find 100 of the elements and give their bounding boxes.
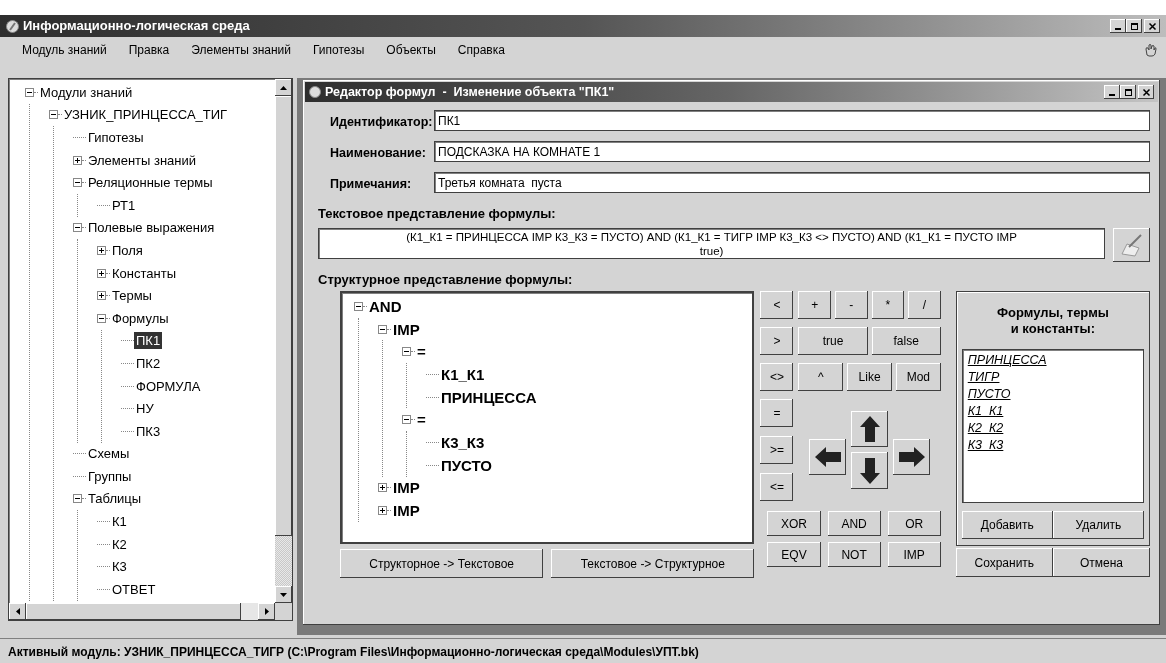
operator-button[interactable]: > [760,327,794,355]
tree-item[interactable]: Модули знаний [38,83,135,101]
hand-icon[interactable] [1144,42,1158,57]
tree-item[interactable]: ПК2 [134,354,163,372]
operator-button[interactable]: >= [760,436,794,464]
minimize-button[interactable] [1104,85,1120,99]
library-item[interactable]: К2_К2 [967,420,1004,437]
list-button[interactable]: Удалить [1052,511,1144,539]
tree-item[interactable]: ФОРМУЛА [134,377,203,395]
tree-item[interactable]: ОТВЕТ [110,580,158,598]
operator-button[interactable]: OR [887,511,941,536]
tree-item[interactable]: Полевые выражения [86,219,217,237]
tree-node[interactable]: К1_К1 [439,365,487,383]
expand-icon[interactable] [378,506,387,516]
expand-icon[interactable] [97,245,106,255]
operator-button[interactable]: true [798,327,868,355]
maximize-button[interactable] [1126,19,1142,33]
tree-node[interactable]: IMP [391,502,422,520]
input-field[interactable]: ПОДСКАЗКА НА КОМНАТЕ 1 [434,141,1150,162]
menu-item[interactable]: Модуль знаний [22,40,107,59]
scroll-down-button[interactable] [275,586,292,603]
close-button[interactable] [1138,85,1154,99]
dialog-button[interactable]: Отмена [1052,548,1150,577]
tree-item[interactable]: Группы [86,467,134,485]
operator-button[interactable]: * [871,291,905,319]
close-button[interactable] [1144,19,1160,33]
up-arrow-button[interactable] [851,411,889,447]
list-button[interactable]: Добавить [961,511,1053,539]
operator-button[interactable]: / [908,291,941,319]
convert-button[interactable]: Текстовое -> Структурное [551,549,755,578]
collapse-icon[interactable] [354,301,363,311]
library-item[interactable]: К3_К3 [967,437,1004,454]
collapse-icon[interactable] [73,223,82,233]
tree-node[interactable]: IMP [391,479,422,497]
maximize-button[interactable] [1120,85,1136,99]
tree-node[interactable]: AND [367,297,404,315]
scroll-thumb[interactable] [275,96,292,536]
operator-button[interactable]: < [760,291,794,319]
dialog-button[interactable]: Сохранить [955,548,1053,577]
convert-button[interactable]: Структорное -> Текстовое [340,549,544,578]
edit-button[interactable] [1113,227,1150,262]
operator-button[interactable]: <> [760,363,794,391]
menu-item[interactable]: Справка [457,40,505,59]
library-item[interactable]: ПУСТО [967,386,1011,403]
collapse-icon[interactable] [73,494,82,504]
tree-item[interactable]: Формулы [110,309,171,327]
library-list[interactable]: ПРИНЦЕССА ТИГР ПУСТО К1_К1 К2_К2 К3_К3 [961,349,1144,503]
tree-item[interactable]: Термы [110,287,154,305]
vertical-scrollbar[interactable] [275,79,292,603]
tree-node[interactable]: ПРИНЦЕССА [439,388,539,406]
down-arrow-button[interactable] [851,452,889,489]
operator-button[interactable]: EQV [767,542,821,567]
tree-node[interactable]: IMP [391,320,422,338]
operator-button[interactable]: Like [847,363,892,391]
tree-item[interactable]: НУ [134,400,156,418]
tree-item[interactable]: Гипотезы [86,129,146,146]
right-arrow-button[interactable] [893,439,931,475]
scroll-right-button[interactable] [258,603,275,620]
left-arrow-button[interactable] [809,439,847,475]
scroll-thumb[interactable] [26,603,241,620]
tree-item[interactable]: Константы [110,264,178,282]
operator-button[interactable]: = [760,399,794,427]
scroll-left-button[interactable] [9,603,26,620]
operator-button[interactable]: ^ [798,363,844,391]
menu-item[interactable]: Гипотезы [313,40,365,59]
menu-item[interactable]: Правка [128,40,170,59]
formula-tree[interactable]: AND IMP = К1_К1 ПРИНЦЕССА = К3_К3 ПУСТО IMP IMP [340,291,755,544]
operator-button[interactable]: NOT [827,542,881,567]
operator-button[interactable]: <= [760,473,794,501]
tree-item[interactable]: ПК3 [134,422,163,440]
input-field[interactable]: Третья комната пуста [434,172,1150,193]
operator-button[interactable]: AND [827,511,881,536]
collapse-icon[interactable] [73,178,82,188]
operator-button[interactable]: Mod [895,363,941,391]
tree-item[interactable]: Элементы знаний [86,151,199,169]
expand-icon[interactable] [97,268,106,278]
collapse-icon[interactable] [25,87,34,97]
collapse-icon[interactable] [97,313,106,323]
menu-item[interactable]: Элементы знаний [191,40,291,59]
operator-button[interactable]: IMP [887,542,941,567]
tree-item[interactable]: УЗНИК_ПРИНЦЕССА_ТИГ [62,106,230,124]
collapse-icon[interactable] [402,415,411,425]
collapse-icon[interactable] [402,347,411,357]
tree-item[interactable]: К3 [110,558,129,576]
tree-item[interactable]: К1 [110,513,129,531]
library-item[interactable]: ПРИНЦЕССА [967,352,1047,369]
expand-icon[interactable] [73,155,82,165]
tree-node[interactable]: = [415,411,428,429]
operator-button[interactable]: + [798,291,831,319]
tree-node[interactable]: = [415,343,428,361]
scroll-up-button[interactable] [275,79,292,96]
input-field[interactable]: ПК1 [434,110,1150,131]
tree-item[interactable]: Схемы [86,445,132,463]
tree-item[interactable]: ПК1 [134,332,163,350]
tree-item[interactable]: К2 [110,535,129,553]
operator-button[interactable]: false [871,327,941,355]
expand-icon[interactable] [378,483,387,493]
operator-button[interactable]: - [835,291,868,319]
library-item[interactable]: ТИГР [967,369,1000,386]
tree-node[interactable]: К3_К3 [439,433,487,451]
